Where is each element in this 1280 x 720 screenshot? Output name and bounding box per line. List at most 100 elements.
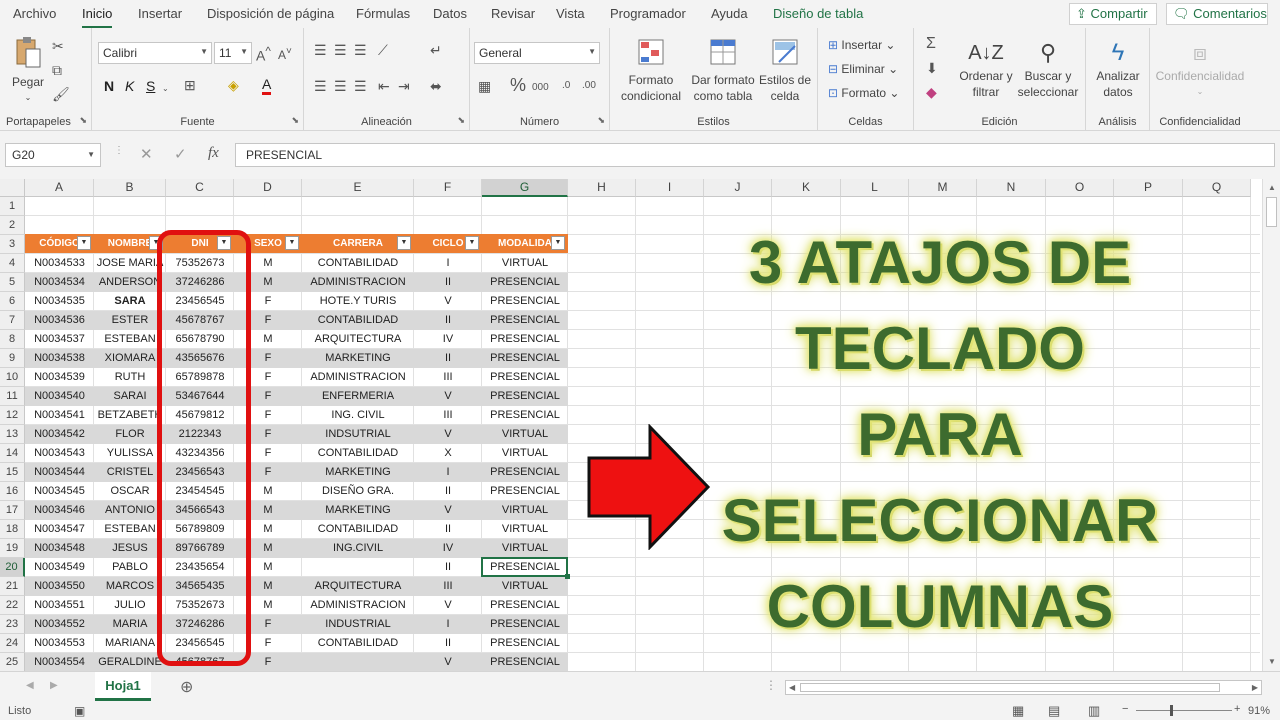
table-cell[interactable]: N0034553 bbox=[25, 634, 94, 653]
page-layout-icon[interactable]: ▤ bbox=[1048, 703, 1060, 719]
table-cell[interactable]: I bbox=[414, 615, 482, 634]
row-header[interactable]: 12 bbox=[0, 406, 25, 425]
column-header-i[interactable]: I bbox=[636, 179, 704, 197]
conditional-format-button[interactable]: Formato condicional bbox=[616, 38, 686, 104]
menu-disposicion[interactable]: Disposición de página bbox=[207, 6, 334, 21]
column-header-e[interactable]: E bbox=[302, 179, 414, 197]
table-cell[interactable]: V bbox=[414, 387, 482, 406]
normal-view-icon[interactable]: ▦ bbox=[1012, 703, 1024, 719]
formula-input[interactable]: PRESENCIAL bbox=[235, 143, 1275, 167]
table-cell[interactable]: ADMINISTRACION bbox=[302, 273, 414, 292]
select-all-corner[interactable] bbox=[0, 179, 25, 197]
table-cell[interactable]: N0034545 bbox=[25, 482, 94, 501]
font-name-select[interactable]: Calibri ▼ bbox=[98, 42, 212, 64]
row-header[interactable]: 8 bbox=[0, 330, 25, 349]
row-header[interactable]: 2 bbox=[0, 216, 25, 235]
table-cell[interactable]: X bbox=[414, 444, 482, 463]
insert-cells-button[interactable]: ⊞ Insertar ⌄ bbox=[828, 38, 895, 52]
paste-button[interactable]: Pegar ⌄ bbox=[10, 36, 46, 106]
menu-ayuda[interactable]: Ayuda bbox=[711, 6, 748, 21]
table-cell[interactable]: PRESENCIAL bbox=[482, 387, 568, 406]
table-cell[interactable]: PRESENCIAL bbox=[482, 482, 568, 501]
table-cell[interactable]: PRESENCIAL bbox=[482, 273, 568, 292]
menu-insertar[interactable]: Insertar bbox=[138, 6, 182, 21]
table-cell[interactable]: JULIO bbox=[94, 596, 166, 615]
column-header-a[interactable]: A bbox=[25, 179, 94, 197]
font-launcher-icon[interactable]: ⬊ bbox=[291, 115, 299, 126]
fill-icon[interactable]: ⬇ bbox=[926, 60, 938, 76]
table-cell[interactable]: V bbox=[414, 653, 482, 671]
decrease-font-icon[interactable]: A˅ bbox=[278, 44, 292, 63]
wrap-text-icon[interactable]: ↵ bbox=[430, 42, 442, 58]
row-header[interactable]: 1 bbox=[0, 197, 25, 216]
table-cell[interactable]: DISEÑO GRA. bbox=[302, 482, 414, 501]
column-header-k[interactable]: K bbox=[772, 179, 841, 197]
table-cell[interactable]: PRESENCIAL bbox=[482, 368, 568, 387]
format-painter-icon[interactable]: 🖌 bbox=[52, 86, 70, 102]
row-header[interactable]: 6 bbox=[0, 292, 25, 311]
page-break-icon[interactable]: ▥ bbox=[1088, 703, 1100, 719]
align-center-icon[interactable]: ☰ bbox=[334, 78, 347, 94]
row-header[interactable]: 18 bbox=[0, 520, 25, 539]
table-cell[interactable]: VIRTUAL bbox=[482, 520, 568, 539]
copy-icon[interactable]: ⧉ bbox=[52, 62, 62, 78]
table-cell[interactable]: II bbox=[414, 634, 482, 653]
table-cell[interactable] bbox=[302, 653, 414, 671]
table-cell[interactable]: CONTABILIDAD bbox=[302, 634, 414, 653]
table-cell[interactable]: ADMINISTRACION bbox=[302, 368, 414, 387]
insert-function-icon[interactable]: fx bbox=[208, 145, 219, 162]
row-header[interactable]: 19 bbox=[0, 539, 25, 558]
zoom-slider[interactable] bbox=[1136, 710, 1232, 711]
table-cell[interactable]: N0034534 bbox=[25, 273, 94, 292]
column-header-h[interactable]: H bbox=[568, 179, 636, 197]
align-right-icon[interactable]: ☰ bbox=[354, 78, 367, 94]
table-cell[interactable]: INDSUTRIAL bbox=[302, 425, 414, 444]
row-header[interactable]: 20 bbox=[0, 558, 25, 577]
table-cell[interactable]: MARCOS bbox=[94, 577, 166, 596]
menu-diseno-tabla[interactable]: Diseño de tabla bbox=[773, 6, 863, 21]
horizontal-scroll-thumb[interactable] bbox=[800, 683, 1220, 692]
menu-revisar[interactable]: Revisar bbox=[491, 6, 535, 21]
column-header-q[interactable]: Q bbox=[1183, 179, 1251, 197]
row-header[interactable]: 9 bbox=[0, 349, 25, 368]
align-top-icon[interactable]: ☰ bbox=[314, 42, 327, 58]
alignment-launcher-icon[interactable]: ⬊ bbox=[457, 115, 465, 126]
column-header-c[interactable]: C bbox=[166, 179, 234, 197]
table-cell[interactable]: ESTEBAN bbox=[94, 520, 166, 539]
column-header-f[interactable]: F bbox=[414, 179, 482, 197]
row-header[interactable]: 11 bbox=[0, 387, 25, 406]
underline-button[interactable]: S bbox=[146, 78, 155, 94]
table-cell[interactable]: II bbox=[414, 520, 482, 539]
table-cell[interactable]: PRESENCIAL bbox=[482, 292, 568, 311]
increase-decimal-icon[interactable]: .0 bbox=[562, 78, 570, 94]
row-header[interactable]: 23 bbox=[0, 615, 25, 634]
scroll-left-icon[interactable]: ◀ bbox=[789, 683, 795, 692]
table-cell[interactable]: GERALDINE bbox=[94, 653, 166, 671]
table-cell[interactable]: N0034554 bbox=[25, 653, 94, 671]
table-cell[interactable]: CONTABILIDAD bbox=[302, 311, 414, 330]
table-cell[interactable]: BETZABETH bbox=[94, 406, 166, 425]
table-cell[interactable]: CONTABILIDAD bbox=[302, 254, 414, 273]
table-cell[interactable]: N0034547 bbox=[25, 520, 94, 539]
table-cell[interactable]: PRESENCIAL bbox=[482, 311, 568, 330]
orientation-icon[interactable]: ⟋ bbox=[378, 42, 388, 58]
menu-archivo[interactable]: Archivo bbox=[13, 6, 56, 21]
row-header[interactable]: 22 bbox=[0, 596, 25, 615]
table-cell[interactable]: II bbox=[414, 482, 482, 501]
row-header[interactable]: 15 bbox=[0, 463, 25, 482]
table-cell[interactable]: PRESENCIAL bbox=[482, 596, 568, 615]
menu-inicio[interactable]: Inicio bbox=[82, 6, 113, 29]
table-cell[interactable]: II bbox=[414, 349, 482, 368]
table-cell[interactable]: V bbox=[414, 425, 482, 444]
row-header[interactable]: 16 bbox=[0, 482, 25, 501]
filter-dropdown-icon[interactable]: ▼ bbox=[285, 236, 299, 250]
table-cell[interactable]: INDUSTRIAL bbox=[302, 615, 414, 634]
row-header[interactable]: 5 bbox=[0, 273, 25, 292]
thousands-icon[interactable]: 000 bbox=[532, 80, 549, 96]
format-as-table-button[interactable]: Dar formato como tabla bbox=[690, 38, 756, 104]
table-cell[interactable]: VIRTUAL bbox=[482, 444, 568, 463]
table-cell[interactable]: N0034538 bbox=[25, 349, 94, 368]
table-cell[interactable]: FLOR bbox=[94, 425, 166, 444]
table-cell[interactable]: II bbox=[414, 273, 482, 292]
zoom-slider-thumb[interactable] bbox=[1170, 705, 1173, 716]
